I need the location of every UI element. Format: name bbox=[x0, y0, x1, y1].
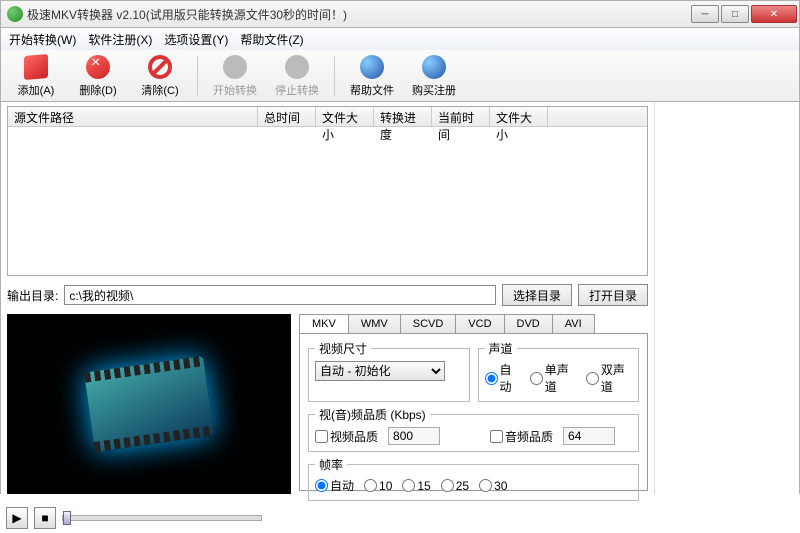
tab-scvd[interactable]: SCVD bbox=[400, 314, 457, 333]
add-button[interactable]: 添加(A) bbox=[7, 52, 65, 100]
video-quality-value[interactable]: 800 bbox=[388, 427, 440, 445]
output-dir-input[interactable] bbox=[64, 285, 496, 305]
fr-auto-radio[interactable]: 自动 bbox=[315, 477, 354, 494]
col-progress[interactable]: 转换进度 bbox=[374, 107, 432, 126]
open-dir-button[interactable]: 打开目录 bbox=[578, 284, 648, 306]
file-list-header: 源文件路径 总时间 文件大小 转换进度 当前时间 文件大小 bbox=[8, 107, 647, 127]
play-bar: ▶ ■ bbox=[6, 507, 262, 529]
channel-mono-radio[interactable]: 单声道 bbox=[530, 361, 576, 395]
framerate-legend: 帧率 bbox=[315, 456, 347, 473]
slider-thumb[interactable] bbox=[63, 511, 71, 525]
window-title: 极速MKV转换器 v2.10(试用版只能转换源文件30秒的时间！) bbox=[27, 6, 691, 23]
minimize-button[interactable]: ─ bbox=[691, 5, 719, 23]
toolbar: 添加(A) 删除(D) 清除(C) 开始转换 停止转换 帮助文件 购买注册 bbox=[0, 50, 800, 102]
maximize-button[interactable]: □ bbox=[721, 5, 749, 23]
help-icon bbox=[360, 55, 384, 79]
framerate-group: 帧率 自动 10 15 25 30 bbox=[308, 456, 639, 501]
stop-button[interactable]: ■ bbox=[34, 507, 56, 529]
clear-icon bbox=[148, 55, 172, 79]
fr-25-radio[interactable]: 25 bbox=[441, 479, 469, 493]
video-size-group: 视频尺寸 自动 - 初始化 bbox=[308, 340, 470, 402]
tab-mkv[interactable]: MKV bbox=[299, 314, 349, 333]
channel-stereo-radio[interactable]: 双声道 bbox=[586, 361, 632, 395]
col-file-size[interactable]: 文件大小 bbox=[316, 107, 374, 126]
play-button[interactable]: ▶ bbox=[6, 507, 28, 529]
fr-15-radio[interactable]: 15 bbox=[402, 479, 430, 493]
choose-dir-button[interactable]: 选择目录 bbox=[502, 284, 572, 306]
tab-avi[interactable]: AVI bbox=[552, 314, 595, 333]
start-convert-button[interactable]: 开始转换 bbox=[206, 52, 264, 100]
right-panel bbox=[654, 102, 799, 494]
fr-10-radio[interactable]: 10 bbox=[364, 479, 392, 493]
audio-channel-group: 声道 自动 单声道 双声道 bbox=[478, 340, 640, 402]
video-quality-checkbox[interactable]: 视频品质 bbox=[315, 428, 378, 445]
toolbar-separator bbox=[197, 56, 198, 96]
buy-icon bbox=[422, 55, 446, 79]
tab-wmv[interactable]: WMV bbox=[348, 314, 401, 333]
video-size-select[interactable]: 自动 - 初始化 bbox=[315, 361, 445, 381]
help-button[interactable]: 帮助文件 bbox=[343, 52, 401, 100]
add-icon bbox=[24, 53, 48, 79]
menu-options[interactable]: 选项设置(Y) bbox=[164, 31, 228, 48]
fr-30-radio[interactable]: 30 bbox=[479, 479, 507, 493]
title-bar: 极速MKV转换器 v2.10(试用版只能转换源文件30秒的时间！) ─ □ ✕ bbox=[0, 0, 800, 28]
format-tabs: MKV WMV SCVD VCD DVD AVI bbox=[299, 314, 648, 333]
tab-panel: 视频尺寸 自动 - 初始化 声道 自动 单声道 双声道 bbox=[299, 333, 648, 491]
menu-register[interactable]: 软件注册(X) bbox=[88, 31, 152, 48]
stop-icon bbox=[285, 55, 309, 79]
menu-help[interactable]: 帮助文件(Z) bbox=[240, 31, 303, 48]
col-current-time[interactable]: 当前时间 bbox=[432, 107, 490, 126]
filmstrip-icon bbox=[84, 356, 214, 452]
menu-bar: 开始转换(W) 软件注册(X) 选项设置(Y) 帮助文件(Z) bbox=[0, 28, 800, 50]
app-icon bbox=[7, 6, 23, 22]
close-button[interactable]: ✕ bbox=[751, 5, 797, 23]
tab-vcd[interactable]: VCD bbox=[455, 314, 504, 333]
seek-slider[interactable] bbox=[62, 515, 262, 521]
delete-button[interactable]: 删除(D) bbox=[69, 52, 127, 100]
audio-quality-checkbox[interactable]: 音频品质 bbox=[490, 428, 553, 445]
start-icon bbox=[223, 55, 247, 79]
stop-convert-button[interactable]: 停止转换 bbox=[268, 52, 326, 100]
col-source-path[interactable]: 源文件路径 bbox=[8, 107, 258, 126]
output-dir-label: 输出目录: bbox=[7, 287, 58, 304]
quality-legend: 视(音)频品质 (Kbps) bbox=[315, 406, 430, 423]
file-list[interactable]: 源文件路径 总时间 文件大小 转换进度 当前时间 文件大小 bbox=[7, 106, 648, 276]
preview-pane bbox=[7, 314, 291, 494]
menu-start-convert[interactable]: 开始转换(W) bbox=[9, 31, 76, 48]
col-total-time[interactable]: 总时间 bbox=[258, 107, 316, 126]
tab-dvd[interactable]: DVD bbox=[504, 314, 553, 333]
audio-quality-value[interactable]: 64 bbox=[563, 427, 615, 445]
audio-channel-legend: 声道 bbox=[485, 340, 517, 357]
quality-group: 视(音)频品质 (Kbps) 视频品质 800 音频品质 64 bbox=[308, 406, 639, 452]
col-file-size-2[interactable]: 文件大小 bbox=[490, 107, 548, 126]
buy-register-button[interactable]: 购买注册 bbox=[405, 52, 463, 100]
clear-button[interactable]: 清除(C) bbox=[131, 52, 189, 100]
toolbar-separator bbox=[334, 56, 335, 96]
channel-auto-radio[interactable]: 自动 bbox=[485, 361, 520, 395]
delete-icon bbox=[86, 55, 110, 79]
video-size-legend: 视频尺寸 bbox=[315, 340, 371, 357]
